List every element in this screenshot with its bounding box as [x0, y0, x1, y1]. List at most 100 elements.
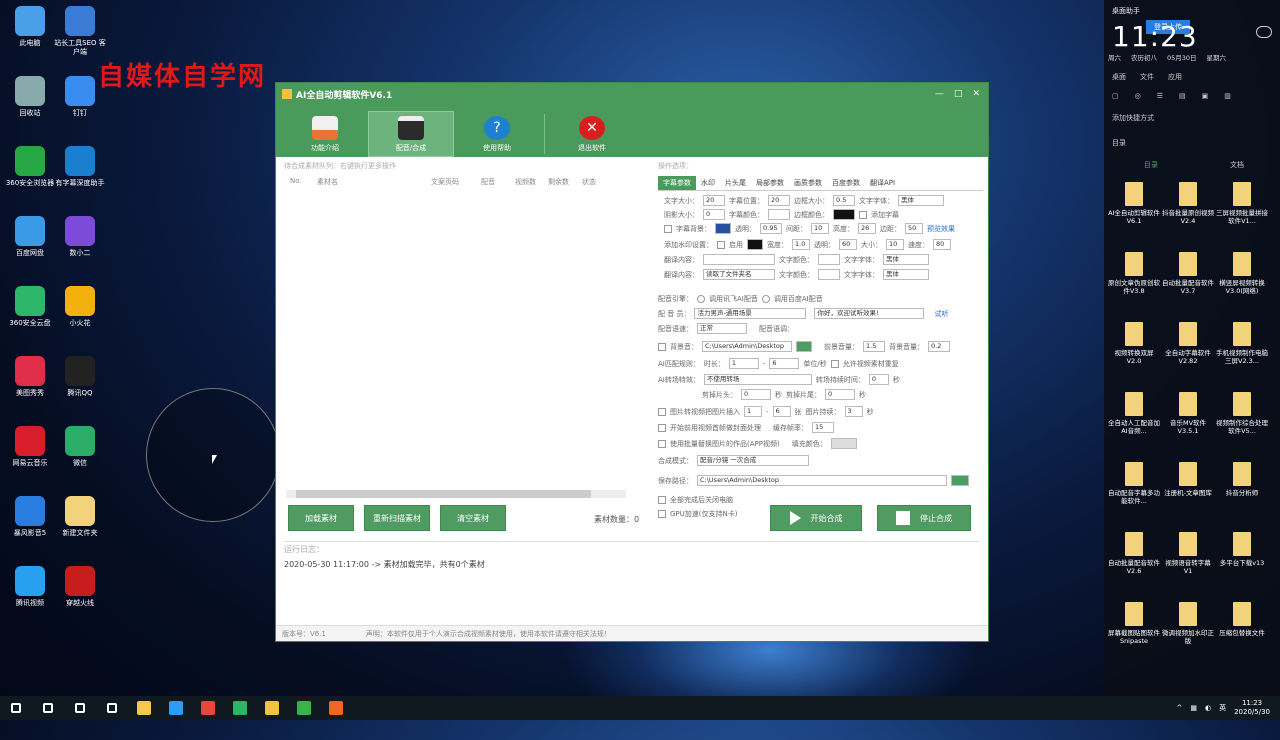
file-item[interactable]: 手机视频制作电脑三屏V2.3...: [1216, 322, 1268, 365]
tab-intro[interactable]: 功能介绍: [282, 111, 368, 157]
file-item[interactable]: 全自动人工配音加AI音频...: [1108, 392, 1160, 435]
stop-compose-button[interactable]: 停止合成: [877, 505, 971, 531]
alpha-input[interactable]: 60: [839, 239, 857, 250]
tab-baidu[interactable]: 百度参数: [827, 176, 865, 190]
taskbar-camtasia-icon[interactable]: [288, 696, 320, 720]
taskbar-cortana-icon[interactable]: [64, 696, 96, 720]
desktop-icon[interactable]: 微信: [52, 426, 108, 468]
tab-translate[interactable]: 翻译API: [865, 176, 900, 190]
dir-tab[interactable]: 目录: [1144, 160, 1158, 170]
tab-dubbing[interactable]: 配音/合成: [368, 111, 454, 157]
clear-material-button[interactable]: 清空素材: [440, 505, 506, 531]
minimize-icon[interactable]: —: [935, 89, 944, 99]
engine-xunfei-radio[interactable]: [697, 295, 705, 303]
wm-checkbox[interactable]: [717, 240, 725, 249]
list-icon[interactable]: ☰: [1157, 92, 1163, 100]
replace-checkbox[interactable]: [658, 439, 666, 448]
font-select[interactable]: 黑体: [898, 195, 944, 206]
subtitle-bg-checkbox[interactable]: [664, 224, 672, 233]
file-item[interactable]: 横竖屏视频转换V3.0(网络): [1216, 252, 1268, 295]
tab-watermark[interactable]: 水印: [696, 176, 720, 190]
refresh-icon[interactable]: ◎: [1135, 92, 1141, 100]
taskbar-file-explorer-icon[interactable]: [128, 696, 160, 720]
border-color-picker[interactable]: [833, 209, 855, 220]
add-subtitle-checkbox[interactable]: [859, 210, 867, 219]
quick-desktop[interactable]: 桌面: [1112, 72, 1126, 82]
taskbar-360-browser-icon[interactable]: [224, 696, 256, 720]
grid-icon[interactable]: ▤: [1179, 92, 1186, 100]
gpu-checkbox[interactable]: [658, 510, 666, 518]
pos-input[interactable]: 20: [768, 195, 790, 206]
tr2-input[interactable]: 读取了文件夹名: [703, 269, 775, 280]
desktop-icon[interactable]: 百度网盘: [2, 216, 58, 258]
space-input[interactable]: 10: [811, 223, 829, 234]
tray-chevron-icon[interactable]: ^: [1176, 704, 1182, 712]
desktop-icon[interactable]: 穿越火线: [52, 566, 108, 608]
tr-font-select[interactable]: 黑体: [883, 254, 929, 265]
desktop-icon[interactable]: 有字幕深度助手: [52, 146, 108, 188]
docs-tab[interactable]: 文档: [1230, 160, 1244, 170]
picture-max-input[interactable]: 6: [772, 406, 791, 417]
tab-quality[interactable]: 画质参数: [789, 176, 827, 190]
desktop-icon[interactable]: 回收站: [2, 76, 58, 118]
start-compose-button[interactable]: 开始合成: [770, 505, 862, 531]
audition-link[interactable]: 试听: [934, 309, 948, 319]
taskbar-ai-editor-icon[interactable]: [256, 696, 288, 720]
tab-subtitle[interactable]: 字幕参数: [658, 176, 696, 190]
save-path-input[interactable]: C:\Users\Admin\Desktop: [697, 475, 947, 486]
taskbar-windows-start-icon[interactable]: [0, 696, 32, 720]
save-browse-button[interactable]: [951, 475, 969, 486]
tray-ime-icon[interactable]: 英: [1219, 703, 1226, 713]
window-icon[interactable]: ▢: [1112, 92, 1119, 100]
allow-repeat-checkbox[interactable]: [830, 359, 839, 368]
desktop-icon[interactable]: 小火花: [52, 286, 108, 328]
load-material-button[interactable]: 加载素材: [288, 505, 354, 531]
height-input[interactable]: 26: [858, 223, 876, 234]
picture-dur-input[interactable]: 3: [844, 406, 863, 417]
taskbar-search-icon[interactable]: [32, 696, 64, 720]
desktop-icon[interactable]: 美图秀秀: [2, 356, 58, 398]
file-item[interactable]: 全自动字幕软件V2.82: [1162, 322, 1214, 365]
wm-color[interactable]: [747, 239, 763, 250]
file-item[interactable]: 原创文章伪原创软件V3.8: [1108, 252, 1160, 295]
close-icon[interactable]: ✕: [972, 89, 980, 99]
compose-mode-select[interactable]: 配音/分镜 一次合成: [697, 455, 809, 466]
fill-color-picker[interactable]: [830, 438, 857, 449]
title-bar[interactable]: AI全自动剪辑软件V6.1 — □ ✕: [276, 83, 988, 105]
file-item[interactable]: 自动配音字幕多功能软件...: [1108, 462, 1160, 505]
tr1-input[interactable]: [703, 254, 775, 265]
margin-input[interactable]: 50: [905, 223, 923, 234]
queue-scrollbar[interactable]: [286, 490, 626, 498]
file-item[interactable]: 屏幕截图贴图软件Snipaste: [1108, 602, 1160, 645]
duration-min-input[interactable]: 1: [728, 358, 759, 369]
voice-text-input[interactable]: 你好，欢迎试听效果!: [814, 308, 925, 319]
quick-files[interactable]: 文件: [1140, 72, 1154, 82]
bgm-path-input[interactable]: C:\Users\Admin\Desktop: [702, 341, 792, 352]
desktop-icon[interactable]: 数小二: [52, 216, 108, 258]
border-input[interactable]: 0.5: [833, 195, 855, 206]
file-item[interactable]: 视频语音转字幕V1: [1162, 532, 1214, 575]
bgm-checkbox[interactable]: [658, 342, 666, 351]
speed-input[interactable]: 80: [933, 239, 951, 250]
file-item[interactable]: 视频制作综合处理软件V5...: [1216, 392, 1268, 435]
maximize-icon[interactable]: □: [954, 89, 963, 99]
taskbar-qq-browser-icon[interactable]: [160, 696, 192, 720]
desktop-icon[interactable]: 360安全浏览器: [2, 146, 58, 188]
tray-network-icon[interactable]: ▦: [1190, 704, 1197, 712]
transition-select[interactable]: 不使用转场: [703, 374, 812, 385]
desktop-icon[interactable]: 此电脑: [2, 6, 58, 48]
file-item[interactable]: 三屏视频批量拼接软件V1...: [1216, 182, 1268, 225]
voice-select[interactable]: 活力男声-通用场景: [694, 308, 807, 319]
file-item[interactable]: 多平台下载v13: [1216, 532, 1268, 567]
add-shortcut[interactable]: 添加快捷方式: [1112, 113, 1154, 123]
cloud-icon[interactable]: [1256, 26, 1272, 38]
file-item[interactable]: 注册机-文章图库: [1162, 462, 1214, 497]
tr-color-picker[interactable]: [818, 254, 840, 265]
cut-start-input[interactable]: 0: [741, 389, 771, 400]
file-item[interactable]: 音乐MV软件V3.5.1: [1162, 392, 1214, 435]
font-size-input[interactable]: 20: [703, 195, 725, 206]
subtitle-color-picker[interactable]: [768, 209, 790, 220]
image-icon[interactable]: ▣: [1202, 92, 1209, 100]
transition-time-input[interactable]: 0: [868, 374, 889, 385]
subtitle-bg-color[interactable]: [715, 223, 731, 234]
